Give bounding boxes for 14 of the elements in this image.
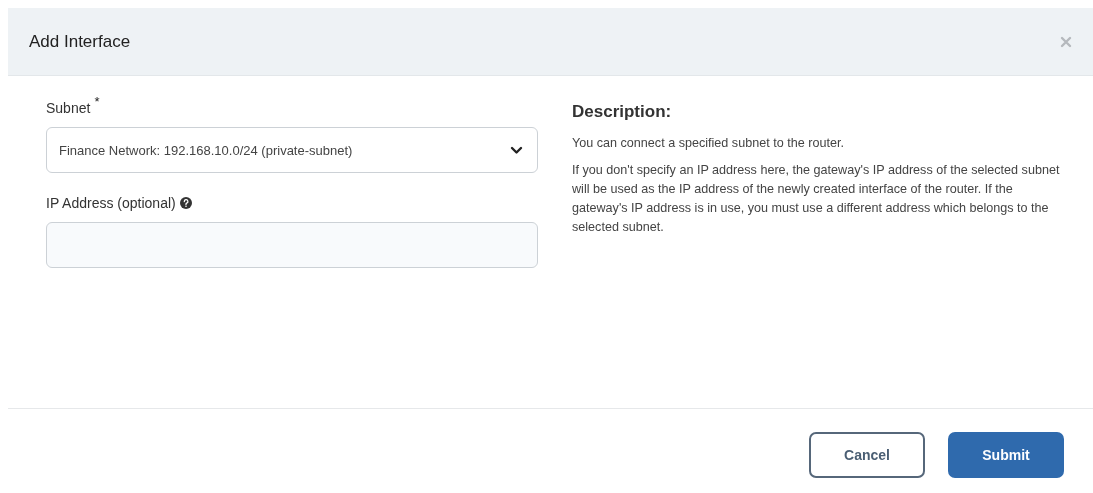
description-text: You can connect a specified subnet to the router.: [572, 135, 845, 152]
close-icon[interactable]: [1060, 35, 1072, 48]
description-text: If you don't specify an IP address here, the gateway's IP address of the selected subnet will be used as the IP address of the newly created interface of the router. If the gateway's IP address is in use, you must use a different address which belongs to the selected subnet.: [572, 162, 1061, 236]
field-label: Subnet: [46, 100, 91, 116]
field-label: IP Address (optional): [46, 195, 176, 211]
dialog-title: Add Interface: [29, 31, 131, 52]
chevron-down-icon: [510, 145, 523, 155]
description-heading: Description:: [572, 102, 673, 122]
help-icon[interactable]: [179, 197, 192, 209]
cancel-button[interactable]: Cancel: [809, 432, 925, 478]
subnet-select[interactable]: Finance Network: 192.168.10.0/24 (private-subnet): [46, 127, 538, 173]
required-mark: *: [94, 94, 100, 109]
ip-address-field[interactable]: [46, 222, 538, 268]
submit-button[interactable]: Submit: [948, 432, 1064, 478]
